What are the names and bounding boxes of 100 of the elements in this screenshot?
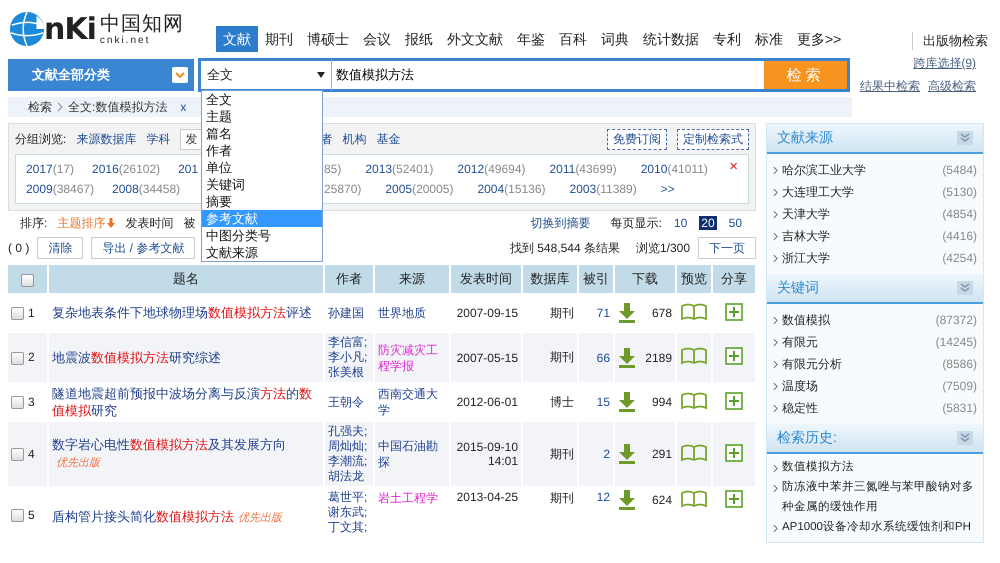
citation-count[interactable]: 15 bbox=[596, 395, 610, 409]
facet-link[interactable]: 吉林大学 bbox=[782, 228, 830, 244]
nav-tab[interactable]: 会议 bbox=[356, 26, 398, 52]
add-icon[interactable] bbox=[725, 444, 743, 462]
add-icon[interactable] bbox=[725, 392, 743, 410]
citation-count[interactable]: 2 bbox=[603, 447, 610, 461]
download-icon[interactable] bbox=[618, 392, 636, 412]
nav-tab[interactable]: 词典 bbox=[594, 26, 636, 52]
source-link[interactable]: 西南交通大学 bbox=[378, 386, 446, 418]
article-title-link[interactable]: 复杂地表条件下地球物理场数值模拟方法评述 bbox=[52, 304, 312, 321]
dropdown-option[interactable]: 文献来源 bbox=[202, 244, 322, 261]
year-filter-link[interactable]: 2017(17) bbox=[26, 162, 74, 176]
year-filter-link[interactable]: 2010(41011) bbox=[640, 162, 708, 176]
clear-button[interactable]: 清除 bbox=[37, 237, 84, 259]
facet-link[interactable]: 大连理工大学 bbox=[782, 184, 854, 200]
year-filter-link[interactable]: >> bbox=[660, 182, 675, 196]
dropdown-option[interactable]: 全文 bbox=[202, 91, 322, 108]
year-filter-link[interactable]: 2013(52401) bbox=[365, 162, 434, 176]
source-link[interactable]: 世界地质 bbox=[378, 305, 446, 321]
year-filter-link[interactable]: 2005(20005) bbox=[385, 182, 454, 196]
breadcrumb-link[interactable]: 检索 bbox=[28, 98, 52, 116]
download-icon[interactable] bbox=[618, 303, 636, 323]
author-link[interactable]: 李小凡; bbox=[328, 350, 370, 365]
nav-tab[interactable]: 标准 bbox=[748, 26, 790, 52]
year-filter-link[interactable]: 2011(43699) bbox=[550, 162, 617, 176]
search-option-link[interactable]: 高级检索 bbox=[928, 78, 976, 95]
facet-link[interactable]: 天津大学 bbox=[782, 206, 830, 222]
dropdown-option[interactable]: 摘要 bbox=[202, 193, 322, 210]
year-filter-link[interactable]: 2008(34458) bbox=[112, 182, 180, 196]
year-filter-link[interactable]: 2016(26102) bbox=[92, 162, 160, 176]
facet-link[interactable]: 哈尔滨工业大学 bbox=[782, 162, 866, 178]
nav-tab[interactable]: 年鉴 bbox=[510, 26, 552, 52]
dropdown-option[interactable]: 主题 bbox=[202, 108, 322, 125]
facet-link[interactable]: AP1000设备冷却水系统缓蚀剂和PH bbox=[782, 517, 971, 537]
author-link[interactable]: 孙建国 bbox=[328, 306, 370, 320]
search-option-link[interactable]: 结果中检索 bbox=[860, 78, 920, 95]
book-icon[interactable] bbox=[681, 490, 707, 508]
download-icon[interactable] bbox=[618, 348, 636, 368]
page-size-option[interactable]: 10 bbox=[672, 216, 690, 230]
switch-view-link[interactable]: 切换到摘要 bbox=[530, 214, 591, 232]
facet-link[interactable]: 数值模拟方法 bbox=[782, 457, 854, 477]
facet-link[interactable]: 数值模拟 bbox=[782, 312, 830, 328]
facet-link[interactable]: 有限元分析 bbox=[782, 356, 842, 372]
add-icon[interactable] bbox=[725, 302, 743, 320]
nav-tab[interactable]: 百科 bbox=[552, 26, 594, 52]
row-checkbox[interactable] bbox=[11, 448, 24, 462]
nav-tab[interactable]: 专利 bbox=[706, 26, 748, 52]
download-icon[interactable] bbox=[618, 490, 636, 510]
year-filter-link[interactable]: 2003(11389) bbox=[570, 182, 637, 196]
export-button[interactable]: 导出 / 参考文献 bbox=[91, 237, 196, 259]
field-select[interactable]: 全文 bbox=[198, 58, 332, 92]
year-filter-link[interactable]: 2009(38467) bbox=[26, 182, 94, 196]
author-link[interactable]: 周灿灿; bbox=[328, 439, 370, 454]
author-link[interactable]: 丁文其; bbox=[328, 520, 370, 535]
source-link[interactable]: 岩土工程学 bbox=[378, 490, 446, 506]
facet-link[interactable]: 温度场 bbox=[782, 378, 818, 394]
dropdown-option[interactable]: 关键词 bbox=[202, 176, 322, 193]
add-icon[interactable] bbox=[725, 490, 743, 508]
author-link[interactable]: 李信富; bbox=[328, 335, 370, 350]
search-field[interactable]: 数值模拟方法 bbox=[332, 58, 764, 92]
nav-tab[interactable]: 博硕士 bbox=[300, 26, 356, 52]
author-link[interactable]: 胡法龙 bbox=[328, 469, 370, 484]
facet-link[interactable]: 有限元 bbox=[782, 334, 818, 350]
sort-option[interactable]: 发表时间 bbox=[125, 214, 174, 232]
article-title-link[interactable]: 盾构管片接头简化数值模拟方法 bbox=[52, 508, 234, 525]
citation-count[interactable]: 71 bbox=[596, 306, 610, 320]
dropdown-option[interactable]: 篇名 bbox=[202, 125, 322, 142]
row-checkbox[interactable] bbox=[11, 307, 24, 320]
group-tab[interactable]: 来源数据库 bbox=[76, 130, 136, 148]
row-checkbox[interactable] bbox=[11, 509, 24, 522]
page-size-option[interactable]: 20 bbox=[699, 216, 717, 230]
dropdown-option[interactable]: 作者 bbox=[202, 142, 322, 159]
download-icon[interactable] bbox=[618, 444, 636, 464]
group-tab[interactable]: 机构 bbox=[342, 130, 366, 148]
group-tab[interactable]: 基金 bbox=[376, 130, 400, 148]
nav-tab[interactable]: 更多>> bbox=[790, 26, 848, 52]
row-checkbox[interactable] bbox=[11, 352, 24, 365]
sort-option[interactable]: 被 bbox=[183, 214, 196, 232]
dropdown-option[interactable]: 中图分类号 bbox=[202, 227, 322, 244]
year-filter-link[interactable]: 201 bbox=[178, 162, 198, 176]
publication-search-link[interactable]: 出版物检索 bbox=[912, 32, 992, 50]
group-tab[interactable]: 学科 bbox=[146, 130, 170, 148]
nav-tab[interactable]: 统计数据 bbox=[636, 26, 706, 52]
author-link[interactable]: 葛世平; bbox=[328, 490, 370, 505]
year-filter-link[interactable]: 2004(15136) bbox=[477, 182, 546, 196]
add-icon[interactable] bbox=[725, 347, 743, 365]
citation-count[interactable]: 12 bbox=[596, 490, 610, 504]
book-icon[interactable] bbox=[681, 302, 707, 320]
year-filter-link[interactable]: 25870) bbox=[324, 182, 362, 196]
next-page-button[interactable]: 下一页 bbox=[698, 237, 756, 259]
book-icon[interactable] bbox=[681, 347, 707, 365]
book-icon[interactable] bbox=[681, 392, 707, 410]
page-size-option[interactable]: 50 bbox=[726, 216, 744, 230]
article-title-link[interactable]: 数字岩心电性数值模拟方法及其发展方向 bbox=[52, 436, 286, 453]
facet-link[interactable]: 防冻液中苯并三氮唑与苯甲酸钠对多种金属的缓蚀作用 bbox=[782, 477, 977, 517]
book-icon[interactable] bbox=[681, 444, 707, 462]
author-link[interactable]: 王朝令 bbox=[328, 394, 370, 410]
author-link[interactable]: 孔强夫; bbox=[328, 424, 370, 439]
year-filter-link[interactable]: 85) bbox=[324, 162, 342, 176]
facet-link[interactable]: 稳定性 bbox=[782, 400, 818, 416]
